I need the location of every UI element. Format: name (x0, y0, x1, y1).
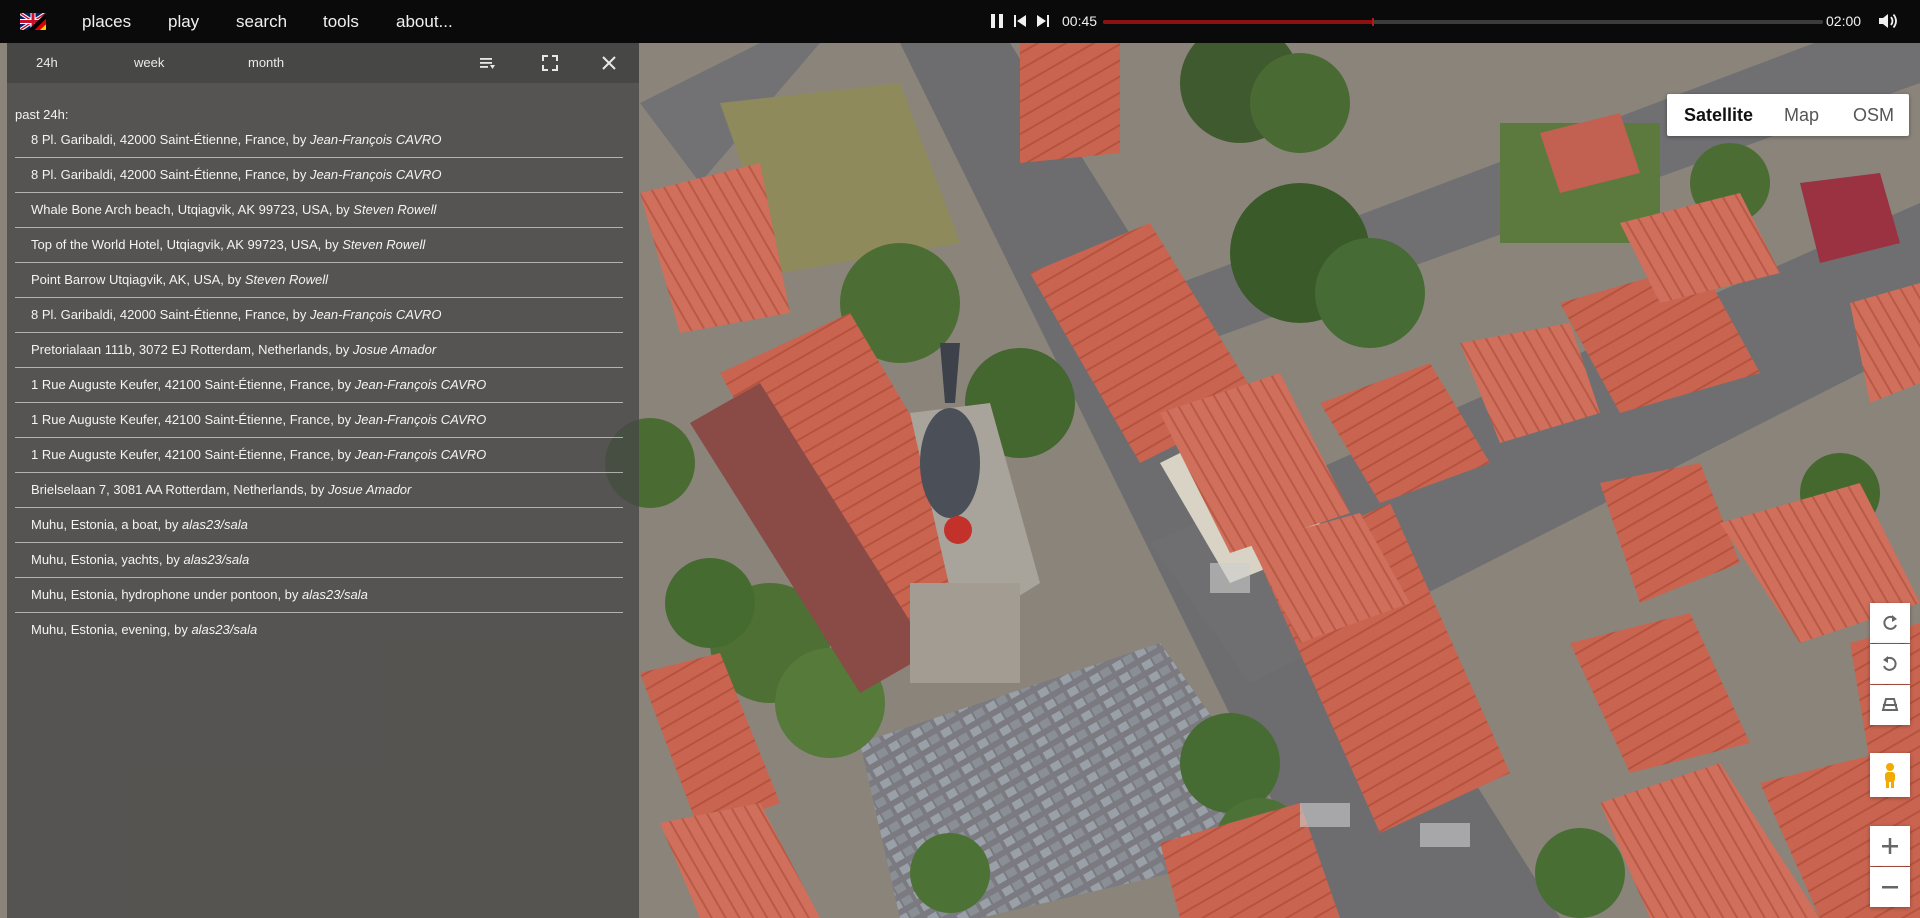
list-item[interactable]: 8 Pl. Garibaldi, 42000 Saint-Étienne, Fr… (15, 298, 623, 333)
place-name: Muhu, Estonia, a boat, by (31, 517, 183, 532)
section-label: past 24h: (15, 107, 69, 122)
place-name: 1 Rue Auguste Keufer, 42100 Saint-Étienn… (31, 377, 355, 392)
place-name: Muhu, Estonia, yachts, by (31, 552, 184, 567)
place-name: Muhu, Estonia, hydrophone under pontoon,… (31, 587, 303, 602)
skip-previous-icon[interactable] (1012, 13, 1028, 29)
list-item-text: 1 Rue Auguste Keufer, 42100 Saint-Étienn… (31, 377, 486, 392)
list-item[interactable]: 8 Pl. Garibaldi, 42000 Saint-Étienne, Fr… (15, 158, 623, 193)
map-type-satellite[interactable]: Satellite (1684, 105, 1753, 126)
list-item-text: Whale Bone Arch beach, Utqiagvik, AK 997… (31, 202, 436, 217)
tab-week[interactable]: week (134, 55, 164, 70)
place-name: 1 Rue Auguste Keufer, 42100 Saint-Étienn… (31, 447, 355, 462)
list-item[interactable]: Muhu, Estonia, a boat, by alas23/sala (15, 508, 623, 543)
author-name: alas23/sala (182, 517, 248, 532)
menu-search[interactable]: search (236, 12, 287, 32)
author-name: Steven Rowell (244, 272, 328, 287)
author-name: Steven Rowell (342, 237, 426, 252)
author-name: Jean-François CAVRO (309, 167, 442, 182)
list-item[interactable]: 1 Rue Auguste Keufer, 42100 Saint-Étienn… (15, 438, 623, 473)
list-item-text: 8 Pl. Garibaldi, 42000 Saint-Étienne, Fr… (31, 167, 441, 182)
author-name: alas23/sala (183, 552, 250, 567)
progress-handle[interactable] (1372, 18, 1374, 26)
author-name: Josue Amador (328, 482, 412, 497)
zoom-in-icon[interactable] (1870, 826, 1910, 866)
list-item-text: 1 Rue Auguste Keufer, 42100 Saint-Étienn… (31, 447, 486, 462)
map-type-switch: Satellite Map OSM (1667, 94, 1909, 136)
recent-places-panel: 24h week month past 24h: 8 Pl. Garibaldi… (7, 43, 639, 918)
list-icon[interactable] (477, 53, 497, 73)
top-bar: places play search tools about... 00:45 … (0, 0, 1920, 43)
place-name: 1 Rue Auguste Keufer, 42100 Saint-Étienn… (31, 412, 355, 427)
list-item-text: Top of the World Hotel, Utqiagvik, AK 99… (31, 237, 425, 252)
place-name: 8 Pl. Garibaldi, 42000 Saint-Étienne, Fr… (31, 132, 310, 147)
tab-month[interactable]: month (248, 55, 284, 70)
list-item-text: Muhu, Estonia, hydrophone under pontoon,… (31, 587, 368, 602)
place-name: Muhu, Estonia, evening, by (31, 622, 192, 637)
map-type-osm[interactable]: OSM (1853, 105, 1894, 126)
list-item-text: Pretorialaan 111b, 3072 EJ Rotterdam, Ne… (31, 342, 436, 357)
list-item-text: Muhu, Estonia, a boat, by alas23/sala (31, 517, 248, 532)
author-name: alas23/sala (302, 587, 368, 602)
list-item-text: Muhu, Estonia, evening, by alas23/sala (31, 622, 257, 637)
menu-places[interactable]: places (82, 12, 131, 32)
progress-fill (1103, 20, 1373, 24)
author-name: alas23/sala (191, 622, 258, 637)
rotate-counterclockwise-icon[interactable] (1870, 644, 1910, 684)
tilt-view-icon[interactable] (1870, 685, 1910, 725)
rotate-clockwise-icon[interactable] (1870, 603, 1910, 643)
list-item[interactable]: Point Barrow Utqiagvik, AK, USA, by Stev… (15, 263, 623, 298)
place-name: 8 Pl. Garibaldi, 42000 Saint-Étienne, Fr… (31, 307, 310, 322)
tab-24h[interactable]: 24h (36, 55, 58, 70)
fullscreen-icon[interactable] (540, 53, 560, 73)
list-item[interactable]: Muhu, Estonia, yachts, by alas23/sala (15, 543, 623, 578)
list-item-text: Muhu, Estonia, yachts, by alas23/sala (31, 552, 249, 567)
list-item[interactable]: Pretorialaan 111b, 3072 EJ Rotterdam, Ne… (15, 333, 623, 368)
pegman-icon[interactable] (1870, 753, 1910, 797)
menu-about[interactable]: about... (396, 12, 453, 32)
list-item[interactable]: Brielselaan 7, 3081 AA Rotterdam, Nether… (15, 473, 623, 508)
list-item[interactable]: Top of the World Hotel, Utqiagvik, AK 99… (15, 228, 623, 263)
place-name: Top of the World Hotel, Utqiagvik, AK 99… (31, 237, 343, 252)
list-item[interactable]: 1 Rue Auguste Keufer, 42100 Saint-Étienn… (15, 368, 623, 403)
place-name: Whale Bone Arch beach, Utqiagvik, AK 997… (31, 202, 354, 217)
author-name: Jean-François CAVRO (354, 447, 487, 462)
list-item[interactable]: Whale Bone Arch beach, Utqiagvik, AK 997… (15, 193, 623, 228)
list-item-text: Brielselaan 7, 3081 AA Rotterdam, Nether… (31, 482, 411, 497)
total-time: 02:00 (1826, 13, 1862, 29)
author-name: Steven Rowell (353, 202, 437, 217)
list-item-text: Point Barrow Utqiagvik, AK, USA, by Stev… (31, 272, 328, 287)
volume-icon[interactable] (1878, 12, 1898, 30)
place-name: Pretorialaan 111b, 3072 EJ Rotterdam, Ne… (31, 342, 353, 357)
author-name: Jean-François CAVRO (354, 412, 487, 427)
skip-next-icon[interactable] (1035, 13, 1051, 29)
menu-tools[interactable]: tools (323, 12, 359, 32)
author-name: Jean-François CAVRO (354, 377, 487, 392)
place-name: Point Barrow Utqiagvik, AK, USA, by (31, 272, 245, 287)
map-type-map[interactable]: Map (1784, 105, 1819, 126)
menu-play[interactable]: play (168, 12, 199, 32)
panel-header: 24h week month (7, 43, 639, 83)
progress-bar[interactable] (1103, 18, 1823, 26)
pause-icon[interactable] (989, 13, 1005, 29)
recent-places-list: 8 Pl. Garibaldi, 42000 Saint-Étienne, Fr… (15, 123, 623, 647)
list-item[interactable]: Muhu, Estonia, hydrophone under pontoon,… (15, 578, 623, 613)
list-item-text: 8 Pl. Garibaldi, 42000 Saint-Étienne, Fr… (31, 132, 441, 147)
list-item[interactable]: 1 Rue Auguste Keufer, 42100 Saint-Étienn… (15, 403, 623, 438)
author-name: Jean-François CAVRO (309, 132, 442, 147)
author-name: Jean-François CAVRO (309, 307, 442, 322)
list-item[interactable]: Muhu, Estonia, evening, by alas23/sala (15, 613, 623, 647)
place-name: Brielselaan 7, 3081 AA Rotterdam, Nether… (31, 482, 329, 497)
place-name: 8 Pl. Garibaldi, 42000 Saint-Étienne, Fr… (31, 167, 310, 182)
zoom-out-icon[interactable] (1870, 867, 1910, 907)
list-item-text: 8 Pl. Garibaldi, 42000 Saint-Étienne, Fr… (31, 307, 441, 322)
list-item-text: 1 Rue Auguste Keufer, 42100 Saint-Étienn… (31, 412, 486, 427)
author-name: Josue Amador (352, 342, 437, 357)
uk-german-flag-icon[interactable] (20, 13, 46, 30)
close-icon[interactable] (599, 53, 619, 73)
list-item[interactable]: 8 Pl. Garibaldi, 42000 Saint-Étienne, Fr… (15, 123, 623, 158)
current-time: 00:45 (1062, 13, 1098, 29)
